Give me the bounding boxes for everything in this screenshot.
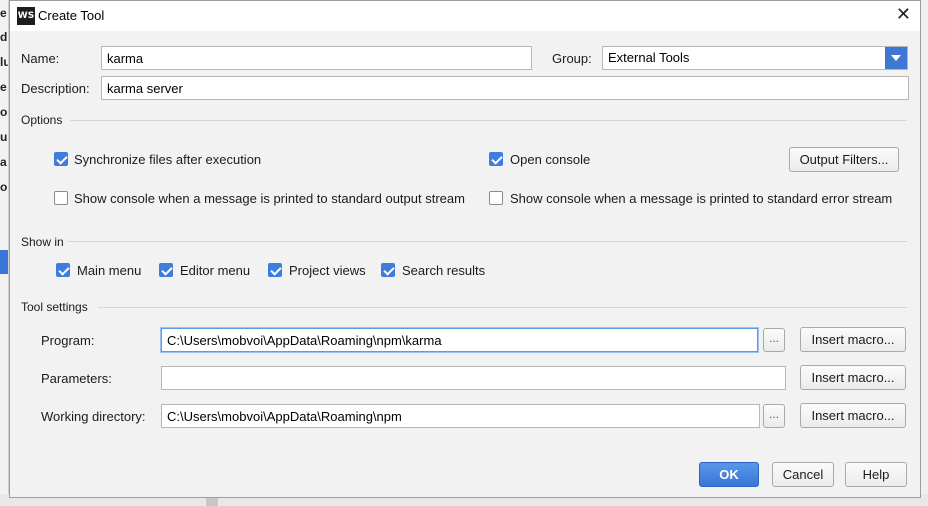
program-label: Program: xyxy=(41,333,95,348)
editor-menu-label: Editor menu xyxy=(180,263,251,278)
open-console-checkbox[interactable] xyxy=(489,152,503,166)
background-text: a xyxy=(0,155,7,169)
program-insert-macro-button[interactable]: Insert macro... xyxy=(800,327,906,352)
output-filters-button[interactable]: Output Filters... xyxy=(789,147,899,172)
program-input[interactable] xyxy=(161,328,758,352)
main-menu-label: Main menu xyxy=(77,263,142,278)
help-button[interactable]: Help xyxy=(845,462,907,487)
background-text: oi xyxy=(0,105,8,119)
show-console-stdout-label: Show console when a message is printed t… xyxy=(74,191,465,206)
background-text: e xyxy=(0,6,7,20)
description-input[interactable] xyxy=(101,76,909,100)
show-in-separator xyxy=(68,241,907,242)
sync-files-checkbox[interactable] xyxy=(54,152,68,166)
group-select[interactable]: External Tools xyxy=(602,46,908,70)
dialog-title: Create Tool xyxy=(38,8,105,23)
show-in-section-title: Show in xyxy=(21,235,64,249)
parameters-insert-macro-button[interactable]: Insert macro... xyxy=(800,365,906,390)
ok-button[interactable]: OK xyxy=(699,462,759,487)
parameters-label: Parameters: xyxy=(41,371,112,386)
project-views-label: Project views xyxy=(289,263,366,278)
tool-settings-separator xyxy=(98,307,907,308)
background-text: u xyxy=(0,130,8,144)
background-text: d xyxy=(0,30,8,44)
title-bar: WS Create Tool ✕ xyxy=(10,1,920,31)
background-selection xyxy=(0,250,8,274)
group-selected-value: External Tools xyxy=(608,50,690,65)
show-console-stderr-checkbox[interactable] xyxy=(489,191,503,205)
tool-settings-section-title: Tool settings xyxy=(21,300,88,314)
editor-menu-checkbox[interactable] xyxy=(159,263,173,277)
background-ide-strip: e d lu e oi u a o xyxy=(0,0,9,506)
show-console-stdout-checkbox[interactable] xyxy=(54,191,68,205)
name-label: Name: xyxy=(21,51,60,66)
close-icon[interactable]: ✕ xyxy=(896,4,911,25)
working-directory-browse-button[interactable]: ... xyxy=(763,404,785,428)
chevron-down-icon[interactable] xyxy=(885,47,907,69)
working-directory-input[interactable] xyxy=(161,404,760,428)
sync-files-label: Synchronize files after execution xyxy=(74,152,262,167)
group-label: Group: xyxy=(552,51,592,66)
create-tool-dialog: WS Create Tool ✕ Name: Group: External T… xyxy=(9,0,921,498)
program-browse-button[interactable]: ... xyxy=(763,328,785,352)
working-directory-insert-macro-button[interactable]: Insert macro... xyxy=(800,403,906,428)
cancel-button[interactable]: Cancel xyxy=(772,462,834,487)
options-separator xyxy=(70,120,907,121)
show-console-stderr-label: Show console when a message is printed t… xyxy=(510,191,893,206)
parameters-input[interactable] xyxy=(161,366,786,390)
working-directory-label: Working directory: xyxy=(41,409,146,424)
background-text: e xyxy=(0,80,7,94)
description-label: Description: xyxy=(21,81,90,96)
open-console-label: Open console xyxy=(510,152,591,167)
main-menu-checkbox[interactable] xyxy=(56,263,70,277)
search-results-checkbox[interactable] xyxy=(381,263,395,277)
project-views-checkbox[interactable] xyxy=(268,263,282,277)
webstorm-app-icon: WS xyxy=(17,7,35,25)
background-text: o xyxy=(0,180,8,194)
background-text: lu xyxy=(0,55,8,69)
options-section-title: Options xyxy=(21,113,63,127)
name-input[interactable] xyxy=(101,46,532,70)
search-results-label: Search results xyxy=(402,263,486,278)
